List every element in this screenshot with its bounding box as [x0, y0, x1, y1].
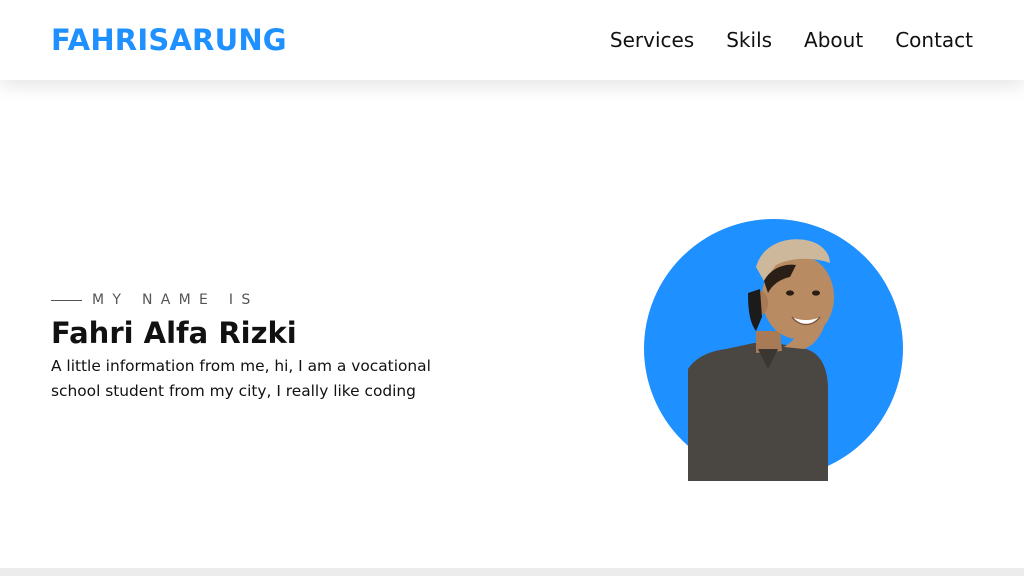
- nav-item-about: About: [804, 26, 863, 54]
- eyebrow: MY NAME IS: [51, 290, 471, 310]
- hero-section: MY NAME IS Fahri Alfa Rizki A little inf…: [0, 80, 1024, 568]
- hero-name: Fahri Alfa Rizki: [51, 316, 297, 350]
- nav-link-contact[interactable]: Contact: [895, 26, 973, 54]
- nav-link-skils[interactable]: Skils: [726, 26, 772, 54]
- nav-menu: Services Skils About Contact: [610, 26, 973, 54]
- site-logo[interactable]: FAHRISARUNG: [51, 21, 287, 59]
- profile-photo: [644, 219, 903, 481]
- eyebrow-divider: [51, 299, 82, 301]
- hero-intro: MY NAME IS Fahri Alfa Rizki A little inf…: [51, 290, 471, 404]
- person-illustration-icon: [688, 239, 834, 481]
- top-navbar: FAHRISARUNG Services Skils About Contact: [0, 0, 1024, 80]
- hero-description: A little information from me, hi, I am a…: [51, 357, 431, 400]
- nav-item-contact: Contact: [895, 26, 973, 54]
- nav-link-about[interactable]: About: [804, 26, 863, 54]
- nav-item-services: Services: [610, 26, 694, 54]
- nav-item-skils: Skils: [726, 26, 772, 54]
- eyebrow-text: MY NAME IS: [92, 292, 259, 308]
- next-section-edge: [0, 568, 1024, 576]
- nav-link-services[interactable]: Services: [610, 26, 694, 54]
